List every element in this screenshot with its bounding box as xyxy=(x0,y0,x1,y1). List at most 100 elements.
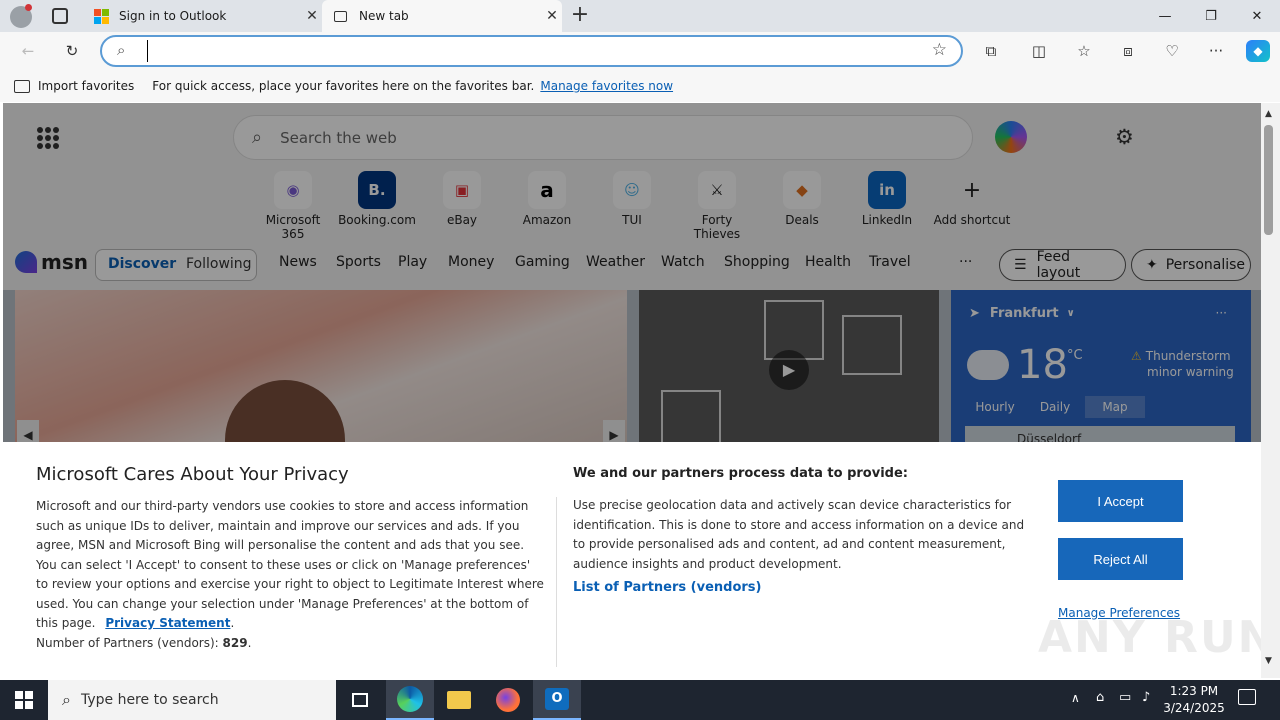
vendors-list-link[interactable]: List of Partners (vendors) xyxy=(573,580,761,595)
nav-news[interactable]: News xyxy=(279,254,317,270)
minimize-button[interactable]: — xyxy=(1142,0,1188,32)
collections-icon[interactable]: ⧈ xyxy=(1116,40,1140,62)
accept-button[interactable]: I Accept xyxy=(1058,480,1183,522)
device-icon[interactable]: ⌂ xyxy=(1096,690,1104,705)
privacy-title: Microsoft Cares About Your Privacy xyxy=(36,464,349,485)
weather-city: Frankfurt xyxy=(989,306,1059,321)
task-view-icon[interactable] xyxy=(336,680,384,720)
shortcut-ebay[interactable]: ▣ eBay xyxy=(422,171,502,227)
tab-actions-icon[interactable] xyxy=(52,8,68,24)
msn-logo[interactable]: msn xyxy=(15,250,88,274)
close-window-button[interactable]: ✕ xyxy=(1234,0,1280,32)
search-icon: ⌕ xyxy=(62,690,71,709)
file-explorer-icon[interactable] xyxy=(435,680,483,720)
scroll-up-arrow-icon[interactable]: ▲ xyxy=(1265,109,1272,119)
weather-tab-map[interactable]: Map xyxy=(1085,396,1145,418)
shortcut-amazon[interactable]: a Amazon xyxy=(507,171,587,227)
weather-card[interactable]: ➤ Frankfurt ∨ ··· 18 °C ⚠ Thunderstorm mi… xyxy=(951,290,1251,450)
microsoft-365-icon: ◉ xyxy=(274,171,312,209)
profile-notification-dot xyxy=(25,4,32,11)
weather-location[interactable]: ➤ Frankfurt ∨ xyxy=(969,306,1075,321)
privacy-body: Microsoft and our third-party vendors us… xyxy=(36,499,544,630)
msn-butterfly-icon xyxy=(15,251,37,273)
reject-all-button[interactable]: Reject All xyxy=(1058,538,1183,580)
top-story-card[interactable]: ◀ ▶ xyxy=(15,290,627,450)
close-tab-icon[interactable]: ✕ xyxy=(302,8,322,24)
shortcut-add[interactable]: + Add shortcut xyxy=(932,171,1012,228)
personalise-button[interactable]: ✦ Personalise xyxy=(1131,249,1251,281)
split-screen-icon[interactable]: ◫ xyxy=(1027,40,1051,62)
import-favorites-button[interactable]: Import favorites xyxy=(38,79,134,93)
copilot-icon[interactable]: ◆ xyxy=(1246,40,1270,62)
weather-tab-hourly[interactable]: Hourly xyxy=(965,396,1025,418)
outlook-taskbar-icon[interactable]: O xyxy=(533,680,581,720)
apps-launcher-icon[interactable] xyxy=(37,127,59,149)
web-search-placeholder: Search the web xyxy=(280,128,397,147)
nav-watch[interactable]: Watch xyxy=(661,254,705,270)
refresh-icon[interactable]: ↻ xyxy=(60,40,84,62)
taskbar-search-box[interactable]: ⌕ Type here to search xyxy=(48,680,336,720)
video-story-card[interactable]: ▶ xyxy=(639,290,939,450)
page-scrollbar[interactable]: ▲ ▼ xyxy=(1261,103,1280,678)
nav-money[interactable]: Money xyxy=(448,254,494,270)
nav-play[interactable]: Play xyxy=(398,254,427,270)
shortcut-label: LinkedIn xyxy=(861,213,913,227)
nav-health[interactable]: Health xyxy=(805,254,851,270)
privacy-statement-link[interactable]: Privacy Statement xyxy=(105,616,230,630)
nav-weather[interactable]: Weather xyxy=(586,254,645,270)
tab-outlook[interactable]: Sign in to Outlook ✕ xyxy=(82,0,322,32)
restore-button[interactable]: ❐ xyxy=(1188,0,1234,32)
back-icon[interactable]: ← xyxy=(16,40,40,62)
weather-tabs: Hourly Daily Map xyxy=(965,396,1145,418)
shortcut-booking[interactable]: B. Booking.com xyxy=(337,171,417,227)
address-input[interactable] xyxy=(147,40,907,62)
purposes-title: We and our partners process data to prov… xyxy=(573,466,908,481)
copilot-icon[interactable] xyxy=(995,121,1027,153)
firefox-icon[interactable] xyxy=(484,680,532,720)
extensions-icon[interactable]: ⧉ xyxy=(979,40,1003,62)
shortcut-microsoft-365[interactable]: ◉ Microsoft 365 xyxy=(253,171,333,241)
manage-favorites-link[interactable]: Manage favorites now xyxy=(540,79,673,93)
nav-sports[interactable]: Sports xyxy=(336,254,381,270)
nav-more[interactable]: ··· xyxy=(959,254,972,270)
favorites-icon[interactable]: ☆ xyxy=(1072,40,1096,62)
volume-icon[interactable]: ♪ xyxy=(1142,690,1150,705)
nav-shopping[interactable]: Shopping xyxy=(724,254,790,270)
add-favorite-star-icon[interactable]: ☆ xyxy=(932,40,947,60)
search-icon: ⌕ xyxy=(117,41,126,59)
partly-cloudy-icon xyxy=(967,350,1009,380)
tab-discover[interactable]: Discover xyxy=(108,256,176,272)
shortcut-linkedin[interactable]: in LinkedIn xyxy=(847,171,927,227)
feed-layout-button[interactable]: ☰ Feed layout xyxy=(999,249,1126,281)
web-search-box[interactable]: ⌕ Search the web xyxy=(233,115,973,160)
shortcut-tui[interactable]: ☺ TUI xyxy=(592,171,672,227)
shortcut-deals[interactable]: ◆ Deals xyxy=(762,171,842,227)
scroll-down-arrow-icon[interactable]: ▼ xyxy=(1265,656,1272,666)
shortcut-forty-thieves[interactable]: ⚔ Forty Thieves xyxy=(677,171,757,241)
notifications-icon[interactable] xyxy=(1238,689,1256,705)
tab-new-tab[interactable]: New tab ✕ xyxy=(322,0,562,32)
taskbar-clock[interactable]: 1:23 PM 3/24/2025 xyxy=(1162,683,1226,717)
search-icon: ⌕ xyxy=(252,127,263,148)
nav-gaming[interactable]: Gaming xyxy=(515,254,570,270)
start-button[interactable] xyxy=(0,680,48,720)
nav-travel[interactable]: Travel xyxy=(869,254,911,270)
edge-taskbar-icon[interactable] xyxy=(386,680,434,720)
weather-tab-daily[interactable]: Daily xyxy=(1025,396,1085,418)
new-tab-button[interactable]: + xyxy=(568,3,592,27)
profile-avatar[interactable] xyxy=(10,4,32,28)
weather-more-icon[interactable]: ··· xyxy=(1216,306,1227,320)
network-icon[interactable]: ▭ xyxy=(1119,690,1131,705)
address-bar[interactable]: ⌕ ☆ xyxy=(100,35,963,67)
msn-logo-text: msn xyxy=(41,250,88,274)
close-tab-icon[interactable]: ✕ xyxy=(542,8,562,24)
scrollbar-thumb[interactable] xyxy=(1264,125,1273,235)
play-icon[interactable]: ▶ xyxy=(769,350,809,390)
settings-more-icon[interactable]: ··· xyxy=(1204,40,1228,62)
tab-following[interactable]: Following xyxy=(186,256,252,272)
shortcut-label: eBay xyxy=(446,213,478,227)
weather-alert[interactable]: ⚠ Thunderstorm minor warning xyxy=(1131,348,1234,380)
chevron-up-icon[interactable]: ∧ xyxy=(1071,691,1080,705)
page-settings-gear-icon[interactable]: ⚙ xyxy=(1115,125,1134,149)
browser-essentials-icon[interactable]: ♡ xyxy=(1160,40,1184,62)
